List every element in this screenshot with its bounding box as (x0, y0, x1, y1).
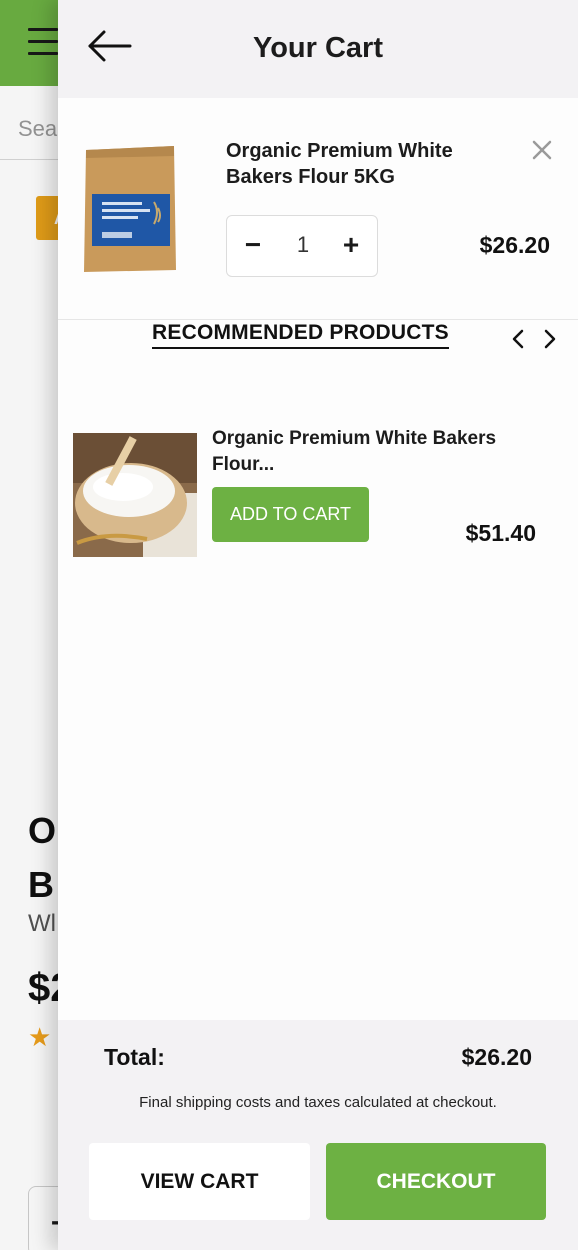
chevron-right-icon[interactable] (538, 327, 560, 351)
recommended-product-price: $51.40 (465, 520, 536, 546)
cart-item-price: $26.20 (479, 232, 550, 258)
total-label: Total: (104, 1044, 165, 1070)
cart-line-item: Organic Premium White Bakers Flour 5KG −… (58, 98, 578, 320)
increase-quantity-button[interactable]: + (333, 226, 369, 266)
decrease-quantity-button[interactable]: − (235, 226, 271, 266)
quantity-stepper: − 1 + (226, 215, 378, 277)
cart-item-name[interactable]: Organic Premium White Bakers Flour 5KG (226, 138, 506, 190)
total-value: $26.20 (461, 1044, 532, 1070)
cart-drawer: Your Cart Organic Premium White Bakers F… (58, 0, 578, 1250)
cart-title: Your Cart (253, 32, 383, 64)
checkout-button[interactable]: CHECKOUT (326, 1143, 546, 1220)
shipping-note: Final shipping costs and taxes calculate… (139, 1094, 497, 1111)
back-arrow-icon[interactable] (86, 26, 134, 66)
recommended-product-name[interactable]: Organic Premium White Bakers Flour... (212, 426, 502, 478)
close-icon[interactable] (530, 138, 554, 162)
recommended-product: Organic Premium White Bakers Flour... AD… (58, 420, 578, 570)
quantity-value[interactable]: 1 (285, 232, 321, 258)
view-cart-button[interactable]: VIEW CART (89, 1143, 310, 1220)
cart-footer: Total: $26.20 Final shipping costs and t… (58, 1020, 578, 1250)
cart-header: Your Cart (58, 0, 578, 98)
chevron-left-icon[interactable] (508, 327, 530, 351)
flour-bowl-image[interactable] (73, 433, 197, 557)
recommended-heading: RECOMMENDED PRODUCTS (152, 321, 449, 349)
add-to-cart-button[interactable]: ADD TO CART (212, 487, 369, 542)
flour-bag-image (80, 142, 180, 276)
